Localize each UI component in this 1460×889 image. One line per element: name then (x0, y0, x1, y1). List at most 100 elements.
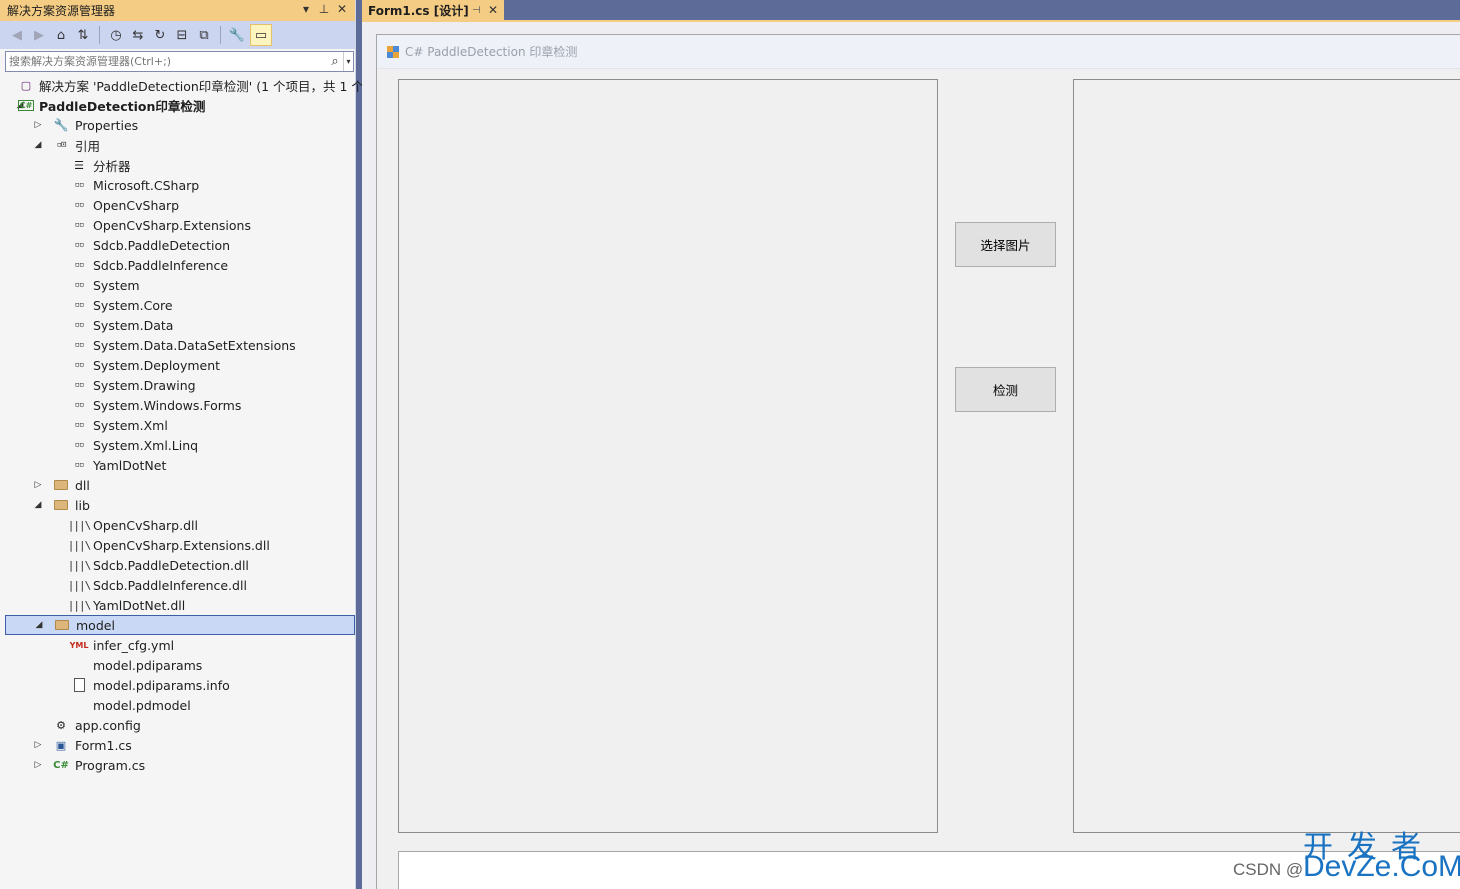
solution-explorer-search[interactable]: ⌕ ▾ (5, 51, 354, 72)
designer-surface: C# PaddleDetection 印章检测 选择图片 检测 (362, 22, 1460, 889)
tree-item-label: System (93, 277, 140, 293)
dll-icon: |||\ (67, 578, 91, 592)
dll-icon: |||\ (67, 598, 91, 612)
tree-item[interactable]: ◢ ▫⊡ 引用 (5, 135, 355, 155)
tree-item[interactable]: ▫▫ System.Drawing (5, 375, 355, 395)
reference-icon: ▫▫ (74, 180, 85, 190)
tree-item[interactable]: ▷ ▣ Form1.cs (5, 735, 355, 755)
pin-tab-icon[interactable]: ⊣ (472, 5, 481, 16)
tree-item[interactable]: ▫▫ OpenCvSharp.Extensions (5, 215, 355, 235)
tree-item[interactable]: ▷ dll (5, 475, 355, 495)
tree-item[interactable]: model.pdiparams (5, 655, 355, 675)
tree-item[interactable]: |||\ OpenCvSharp.dll (5, 515, 355, 535)
tree-item-label: lib (75, 497, 90, 513)
preview-selected-items-icon[interactable]: ▭ (250, 24, 272, 46)
tree-item-label: System.Drawing (93, 377, 196, 393)
reference-icon: ▫▫ (74, 200, 85, 210)
sync-icon[interactable]: ⇆ (129, 26, 147, 44)
reference-icon: ▫▫ (74, 320, 85, 330)
tree-item[interactable]: ▫▫ System.Data.DataSetExtensions (5, 335, 355, 355)
tree-item-label: OpenCvSharp (93, 197, 180, 213)
forward-icon[interactable]: ▶ (30, 26, 48, 44)
tab-form1-designer[interactable]: Form1.cs [设计] ⊣ ✕ (362, 0, 504, 20)
home-icon[interactable]: ⌂ (52, 26, 70, 44)
folder-icon (53, 477, 69, 493)
collapse-arrow-icon[interactable]: ◢ (34, 620, 44, 630)
tree-item[interactable]: YML infer_cfg.yml (5, 635, 355, 655)
expand-arrow-icon[interactable]: ▷ (33, 760, 43, 770)
solution-explorer-title-bar: 解决方案资源管理器 ▾ ⊥ ✕ (0, 0, 355, 21)
show-all-files-icon[interactable]: ⧉ (195, 26, 213, 44)
tree-item[interactable]: ☰ 分析器 (5, 155, 355, 175)
refresh-icon[interactable]: ↻ (151, 26, 169, 44)
tree-item-label: OpenCvSharp.dll (93, 517, 198, 533)
tree-item[interactable]: ▫▫ Sdcb.PaddleDetection (5, 235, 355, 255)
expand-arrow-icon[interactable]: ▷ (33, 480, 43, 490)
reference-icon: ▫▫ (74, 220, 85, 230)
tree-item[interactable]: ▫▫ System.Xml (5, 415, 355, 435)
tree-item-label: Sdcb.PaddleDetection (93, 237, 231, 253)
tree-item-label: System.Core (93, 297, 173, 313)
collapse-arrow-icon[interactable]: ◢ (33, 500, 43, 510)
tree-item[interactable]: ▫▫ System.Xml.Linq (5, 435, 355, 455)
tree-item-label: System.Data.DataSetExtensions (93, 337, 296, 353)
result-picture-box[interactable] (1073, 79, 1460, 833)
properties-icon[interactable]: 🔧 (228, 26, 246, 44)
reference-icon: ▫▫ (74, 400, 85, 410)
expand-arrow-icon[interactable]: ▷ (33, 740, 43, 750)
tree-item-label: infer_cfg.yml (93, 637, 175, 653)
output-textbox[interactable] (398, 851, 1460, 889)
tree-item[interactable]: |||\ YamlDotNet.dll (5, 595, 355, 615)
tree-item[interactable]: ▢ 解决方案 'PaddleDetection印章检测' (1 个项目，共 1 个… (5, 75, 369, 95)
tree-item[interactable]: ▫▫ System.Data (5, 315, 355, 335)
reference-icon: ▫▫ (74, 260, 85, 270)
solution-explorer-toolbar: ◀ ▶ ⌂ ⇅ ◷ ⇆ ↻ ⊟ ⧉ 🔧 ▭ (0, 21, 355, 49)
tree-item[interactable]: model.pdmodel (5, 695, 355, 715)
collapse-all-icon[interactable]: ⊟ (173, 26, 191, 44)
tree-item[interactable]: ▫▫ System.Windows.Forms (5, 395, 355, 415)
tree-item[interactable]: model.pdiparams.info (5, 675, 355, 695)
tree-item[interactable]: ◢ model (5, 615, 355, 635)
tree-item[interactable]: ▫▫ OpenCvSharp (5, 195, 355, 215)
search-icon[interactable]: ⌕ (327, 54, 343, 69)
tree-item[interactable]: |||\ Sdcb.PaddleDetection.dll (5, 555, 355, 575)
tree-item[interactable]: ◢ C# PaddleDetection印章检测 (5, 95, 355, 115)
tree-item[interactable]: ▫▫ YamlDotNet (5, 455, 355, 475)
toolbar-divider (220, 26, 221, 44)
close-tab-icon[interactable]: ✕ (488, 3, 498, 17)
search-options-dropdown-icon[interactable]: ▾ (343, 52, 353, 71)
tree-item-label: model.pdmodel (93, 697, 191, 713)
tree-item[interactable]: ◢ lib (5, 495, 355, 515)
expand-arrow-icon[interactable]: ▷ (33, 120, 43, 130)
tree-item[interactable]: |||\ OpenCvSharp.Extensions.dll (5, 535, 355, 555)
reference-icon: ▫▫ (74, 440, 85, 450)
tree-item[interactable]: ▫▫ System.Deployment (5, 355, 355, 375)
tree-item[interactable]: ▫▫ Sdcb.PaddleInference (5, 255, 355, 275)
tree-item[interactable]: |||\ Sdcb.PaddleInference.dll (5, 575, 355, 595)
tree-item-label: Sdcb.PaddleInference (93, 257, 229, 273)
tree-item[interactable]: ⚙ app.config (5, 715, 355, 735)
collapse-arrow-icon[interactable]: ◢ (33, 140, 43, 150)
source-picture-box[interactable] (398, 79, 938, 833)
dropdown-arrow-icon[interactable]: ▾ (298, 2, 314, 16)
tree-item[interactable]: ▷ C# Program.cs (5, 755, 355, 775)
pending-changes-filter-icon[interactable]: ◷ (107, 26, 125, 44)
tree-item[interactable]: ▫▫ Microsoft.CSharp (5, 175, 355, 195)
reference-icon: ▫▫ (74, 300, 85, 310)
switch-views-icon[interactable]: ⇅ (74, 26, 92, 44)
form-icon (387, 45, 401, 58)
tree-item-label: YamlDotNet (93, 457, 167, 473)
tree-item[interactable]: ▷ 🔧 Properties (5, 115, 355, 135)
detect-button[interactable]: 检测 (955, 367, 1056, 412)
tree-item-label: 解决方案 'PaddleDetection印章检测' (1 个项目，共 1 个) (39, 78, 369, 94)
tree-item-label: System.Windows.Forms (93, 397, 242, 413)
back-icon[interactable]: ◀ (8, 26, 26, 44)
tree-item[interactable]: ▫▫ System (5, 275, 355, 295)
select-image-button[interactable]: 选择图片 (955, 222, 1056, 267)
tree-item[interactable]: ▫▫ System.Core (5, 295, 355, 315)
pin-icon[interactable]: ⊥ (316, 2, 332, 16)
reference-icon: ▫▫ (74, 280, 85, 290)
search-input[interactable] (6, 55, 327, 68)
file-icon (71, 677, 87, 693)
close-icon[interactable]: ✕ (334, 2, 350, 16)
